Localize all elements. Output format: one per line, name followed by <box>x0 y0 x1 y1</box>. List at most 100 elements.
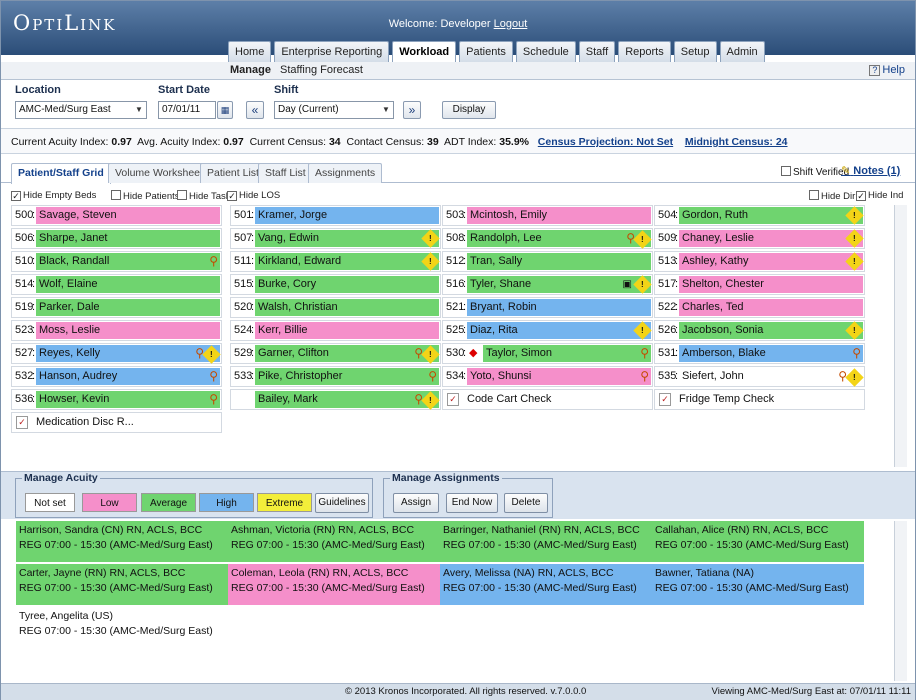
bed-cell[interactable]: 531: Amberson, Blake ⚲ <box>654 343 865 364</box>
patient-name[interactable]: Black, Randall <box>36 253 220 270</box>
prev-day-button[interactable]: « <box>246 101 264 119</box>
patient-name[interactable]: Diaz, Rita <box>467 322 651 339</box>
delete-button[interactable]: Delete <box>504 493 548 513</box>
hide-ind-checkbox[interactable]: ✓ Hide Ind <box>856 190 903 201</box>
patient-name[interactable]: Gordon, Ruth <box>679 207 863 224</box>
tab-volume-worksheet[interactable]: Volume Worksheet <box>108 163 210 183</box>
patient-name[interactable]: Siefert, John <box>679 368 863 385</box>
bed-cell[interactable]: 524: Kerr, Billie <box>230 320 441 341</box>
patient-name[interactable]: Kirkland, Edward <box>255 253 439 270</box>
staff-card[interactable]: Harrison, Sandra (CN) RN, ACLS, BCC REG 0… <box>16 521 228 562</box>
bed-cell[interactable]: 522: Charles, Ted <box>654 297 865 318</box>
bed-cell[interactable]: 504: Gordon, Ruth! <box>654 205 865 226</box>
acuity-average-button[interactable]: Average <box>141 493 196 512</box>
bed-cell[interactable]: 508: Randolph, Lee ⚲! <box>442 228 653 249</box>
location-select[interactable]: AMC-Med/Surg East ▼ <box>15 101 147 119</box>
bed-cell[interactable]: 534: Yoto, Shunsi ⚲ <box>442 366 653 387</box>
patient-name[interactable]: Kramer, Jorge <box>255 207 439 224</box>
acuity-extreme-button[interactable]: Extreme <box>257 493 312 512</box>
staff-scrollbar[interactable] <box>894 521 907 681</box>
bed-cell[interactable]: 527: Reyes, Kelly ⚲! <box>11 343 222 364</box>
patient-name[interactable]: Mcintosh, Emily <box>467 207 651 224</box>
notes-link[interactable]: ✎ Notes (1) <box>841 164 900 177</box>
patient-name[interactable]: Charles, Ted <box>679 299 863 316</box>
patient-name[interactable]: Shelton, Chester <box>679 276 863 293</box>
bed-cell[interactable]: 512: Tran, Sally <box>442 251 653 272</box>
bed-cell[interactable]: ✓ Medication Disc R... <box>11 412 222 433</box>
patient-name[interactable]: Chaney, Leslie <box>679 230 863 247</box>
bed-cell[interactable]: 503: Mcintosh, Emily <box>442 205 653 226</box>
bed-cell[interactable]: ✓ Fridge Temp Check <box>654 389 865 410</box>
patient-name[interactable]: Jacobson, Sonia <box>679 322 863 339</box>
tab-patient-staff-grid[interactable]: Patient/Staff Grid <box>11 163 111 184</box>
tab-staff-list[interactable]: Staff List <box>258 163 313 183</box>
bed-cell[interactable]: 516: Tyler, Shane ▣! <box>442 274 653 295</box>
assign-button[interactable]: Assign <box>393 493 439 513</box>
bed-cell[interactable]: 514: Wolf, Elaine <box>11 274 222 295</box>
hide-empty-beds-checkbox[interactable]: ✓ Hide Empty Beds <box>11 190 96 201</box>
display-button[interactable]: Display <box>442 101 496 119</box>
bed-cell[interactable]: 501: Kramer, Jorge <box>230 205 441 226</box>
acuity-low-button[interactable]: Low <box>82 493 137 512</box>
patient-name[interactable]: Parker, Dale <box>36 299 220 316</box>
nav-tab-setup[interactable]: Setup <box>673 41 717 62</box>
bed-cell[interactable]: 507: Vang, Edwin! <box>230 228 441 249</box>
bed-cell[interactable]: 523: Moss, Leslie <box>11 320 222 341</box>
patient-name[interactable]: Pike, Christopher <box>255 368 439 385</box>
patient-name[interactable]: ◆ Taylor, Simon <box>469 345 651 362</box>
nav-tab-admin[interactable]: Admin <box>719 41 765 62</box>
midnight-census-link[interactable]: Midnight Census: 24 <box>685 136 788 148</box>
bed-cell[interactable]: ✓ Code Cart Check <box>442 389 653 410</box>
tab-assignments[interactable]: Assignments <box>308 163 383 183</box>
hide-patients-checkbox[interactable]: Hide Patients <box>111 190 180 202</box>
bed-cell[interactable]: 533: Pike, Christopher ⚲ <box>230 366 441 387</box>
staff-card[interactable]: Callahan, Alice (RN) RN, ACLS, BCC REG 07… <box>652 521 864 562</box>
tab-patient-list[interactable]: Patient List <box>200 163 266 183</box>
staff-card[interactable]: Avery, Melissa (NA) RN, ACLS, BCC REG 07:… <box>440 564 652 605</box>
bed-cell[interactable]: 530: ◆ Taylor, Simon ⚲ <box>442 343 653 364</box>
bed-cell[interactable]: 510: Black, Randall ⚲ <box>11 251 222 272</box>
bed-cell[interactable]: 532: Hanson, Audrey ⚲ <box>11 366 222 387</box>
patient-name[interactable]: Bryant, Robin <box>467 299 651 316</box>
bed-cell[interactable]: 513: Ashley, Kathy! <box>654 251 865 272</box>
patient-name[interactable]: Burke, Cory <box>255 276 439 293</box>
nav-tab-patients[interactable]: Patients <box>459 41 513 62</box>
bed-cell[interactable]: 511: Kirkland, Edward! <box>230 251 441 272</box>
bed-cell[interactable]: 521: Bryant, Robin <box>442 297 653 318</box>
subtab-manage[interactable]: Manage <box>230 64 271 76</box>
staff-card[interactable]: Coleman, Leola (RN) RN, ACLS, BCC REG 07:… <box>228 564 440 605</box>
shift-select[interactable]: Day (Current) ▼ <box>274 101 394 119</box>
patient-name[interactable]: Amberson, Blake <box>679 345 863 362</box>
shift-verified-checkbox[interactable]: Shift Verified <box>781 166 849 178</box>
bed-cell[interactable]: 515: Burke, Cory <box>230 274 441 295</box>
nav-tab-reports[interactable]: Reports <box>618 41 671 62</box>
patient-name[interactable]: Reyes, Kelly <box>36 345 220 362</box>
bed-cell[interactable]: 517: Shelton, Chester <box>654 274 865 295</box>
guidelines-button[interactable]: Guidelines <box>315 493 369 513</box>
hide-dir-checkbox[interactable]: Hide Dir <box>809 190 855 202</box>
grid-scrollbar[interactable] <box>894 205 907 467</box>
patient-name[interactable]: Wolf, Elaine <box>36 276 220 293</box>
nav-tab-schedule[interactable]: Schedule <box>515 41 576 62</box>
staff-card[interactable]: Carter, Jayne (RN) RN, ACLS, BCC REG 07:0… <box>16 564 228 605</box>
patient-name[interactable]: Sharpe, Janet <box>36 230 220 247</box>
bed-cell[interactable]: 535: Siefert, John ⚲! <box>654 366 865 387</box>
start-date-input[interactable]: 07/01/11 <box>158 101 216 119</box>
patient-name[interactable]: Moss, Leslie <box>36 322 220 339</box>
patient-name[interactable]: Hanson, Audrey <box>36 368 220 385</box>
patient-name[interactable]: Howser, Kevin <box>36 391 220 408</box>
bed-cell[interactable]: 509: Chaney, Leslie! <box>654 228 865 249</box>
nav-tab-home[interactable]: Home <box>228 41 272 62</box>
subtab-staffing-forecast[interactable]: Staffing Forecast <box>280 64 363 76</box>
help-link[interactable]: ? Help <box>869 64 905 76</box>
census-projection-link[interactable]: Census Projection: Not Set <box>538 136 673 148</box>
patient-name[interactable]: Bailey, Mark <box>255 391 439 408</box>
next-day-button[interactable]: » <box>403 101 421 119</box>
acuity-high-button[interactable]: High <box>199 493 254 512</box>
patient-name[interactable]: Kerr, Billie <box>255 322 439 339</box>
calendar-icon[interactable]: ▦ <box>217 101 233 119</box>
patient-name[interactable]: Garner, Clifton <box>255 345 439 362</box>
bed-cell[interactable]: Bailey, Mark ⚲! <box>230 389 441 410</box>
staff-card[interactable]: Barringer, Nathaniel (RN) RN, ACLS, BCC R… <box>440 521 652 562</box>
logout-link[interactable]: Logout <box>494 18 528 30</box>
